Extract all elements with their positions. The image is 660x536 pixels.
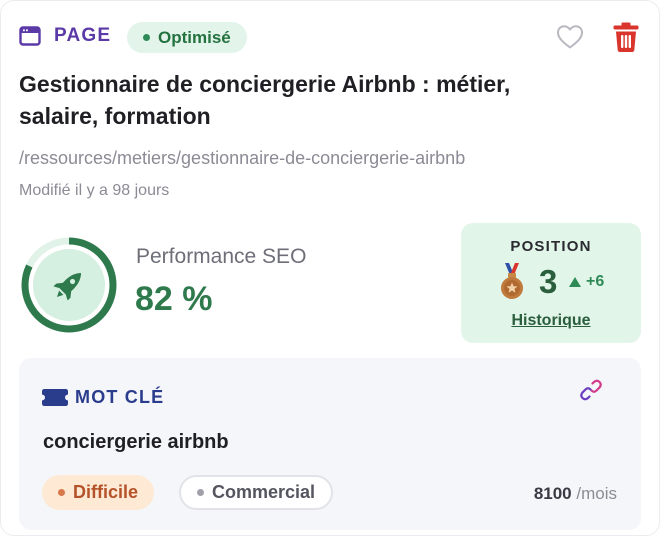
keyword-text: conciergerie airbnb (43, 431, 229, 453)
modified-date: Modifié il y a 98 jours (19, 182, 170, 199)
trend-up-icon (569, 277, 581, 287)
status-badge: Optimisé (127, 22, 247, 53)
performance-label: Performance SEO (136, 245, 307, 268)
seo-performance-gauge (21, 237, 117, 333)
status-dot (143, 34, 150, 41)
content-type-label: PAGE (54, 25, 112, 46)
bronze-medal-icon (501, 263, 523, 299)
trash-icon[interactable] (612, 21, 640, 53)
link-icon[interactable] (579, 378, 603, 402)
search-volume: 8100 /mois (534, 484, 617, 504)
position-card: POSITION 3 +6 Historique (461, 223, 641, 343)
intent-text: Commercial (212, 482, 316, 502)
difficulty-dot (58, 489, 65, 496)
page-card: PAGE Optimisé Gestionnaire de concierger… (0, 0, 660, 536)
heart-outline-icon[interactable] (556, 24, 584, 50)
keyword-label: MOT CLÉ (75, 387, 165, 407)
status-text: Optimisé (158, 27, 231, 47)
position-value: 3 (539, 263, 558, 300)
keyword-panel: MOT CLÉ conciergerie airbnb Difficile Co… (19, 358, 641, 530)
intent-dot (197, 489, 204, 496)
browser-window-icon (19, 26, 41, 46)
history-link[interactable]: Historique (461, 312, 641, 330)
page-title[interactable]: Gestionnaire de conciergerie Airbnb : mé… (19, 68, 519, 132)
position-label: POSITION (510, 238, 592, 255)
volume-value: 8100 (533, 484, 572, 503)
intent-tag: Commercial (179, 475, 334, 510)
position-delta: +6 (586, 273, 605, 290)
ticket-icon (42, 389, 68, 406)
volume-unit: /mois (576, 484, 617, 503)
difficulty-tag: Difficile (42, 475, 155, 510)
performance-value: 82 % (135, 280, 213, 318)
difficulty-text: Difficile (73, 482, 139, 502)
page-url[interactable]: /ressources/metiers/gestionnaire-de-conc… (19, 148, 465, 169)
